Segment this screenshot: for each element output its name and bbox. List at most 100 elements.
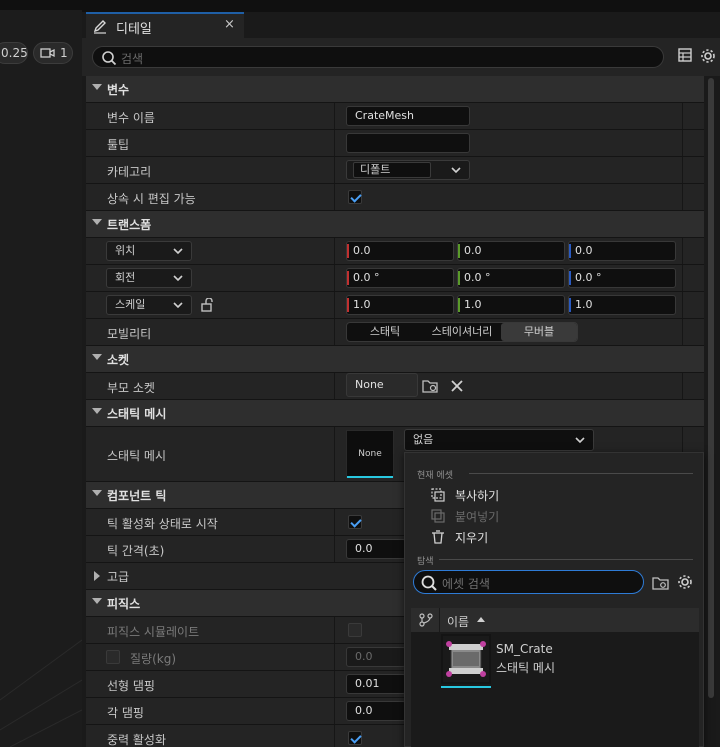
- viewport-zoom-button[interactable]: 0.25: [0, 42, 28, 64]
- scale-x-input[interactable]: 1.0: [346, 295, 454, 315]
- expand-arrow-icon: [92, 598, 102, 604]
- asset-name: SM_Crate: [496, 642, 553, 656]
- asset-search-input[interactable]: 에셋 검색: [413, 570, 644, 594]
- scale-z-input[interactable]: 1.0: [568, 295, 676, 315]
- branch-icon[interactable]: [419, 613, 433, 627]
- rotation-y-input[interactable]: 0.0 °: [457, 268, 565, 288]
- variable-name-input[interactable]: CrateMesh: [346, 106, 470, 126]
- category-dropdown[interactable]: 디폴트: [346, 160, 470, 180]
- chevron-down-icon: [173, 275, 183, 282]
- mobility-option-stationary[interactable]: 스테이셔너리: [423, 323, 501, 341]
- expand-arrow-icon: [92, 354, 102, 360]
- folder-icon[interactable]: [652, 575, 670, 591]
- sort-ascending-icon: [477, 617, 485, 622]
- expand-arrow-icon: [92, 219, 102, 225]
- chevron-down-icon: [575, 437, 585, 444]
- rotation-z-input[interactable]: 0.0 °: [568, 268, 676, 288]
- camera-speed-button[interactable]: 1: [33, 42, 73, 64]
- mesh-dropdown[interactable]: 없음: [404, 429, 594, 451]
- name-column-header[interactable]: 이름: [447, 613, 469, 630]
- gear-icon[interactable]: [700, 48, 716, 64]
- search-placeholder: 검색: [121, 52, 144, 66]
- row-location: 위치 0.0 0.0 0.0: [86, 238, 704, 265]
- search-row: 검색: [82, 38, 720, 76]
- gear-icon[interactable]: [677, 574, 693, 590]
- simulate-physics-checkbox[interactable]: [348, 623, 362, 637]
- expand-arrow-icon: [92, 408, 102, 414]
- row-tooltip: 툴팁: [86, 130, 704, 157]
- angular-damping-input[interactable]: 0.0: [346, 701, 406, 721]
- property-label: 중력 활성화: [107, 733, 167, 747]
- category-static-mesh[interactable]: 스태틱 메시: [86, 400, 704, 427]
- property-label: 툴팁: [107, 138, 130, 152]
- location-dropdown[interactable]: 위치: [106, 241, 192, 261]
- pencil-icon: [93, 20, 106, 34]
- search-input[interactable]: 검색: [92, 46, 664, 68]
- category-label: 스태틱 메시: [107, 407, 167, 421]
- chevron-down-icon: [173, 248, 183, 255]
- asset-thumbnail: [441, 634, 491, 688]
- collapse-arrow-icon: [94, 571, 100, 581]
- category-variables[interactable]: 변수: [86, 76, 704, 103]
- close-icon[interactable]: ×: [224, 17, 235, 32]
- row-parent-socket: 부모 소켓 None: [86, 373, 704, 400]
- category-label: 컴포넌트 틱: [107, 489, 167, 503]
- category-sockets[interactable]: 소켓: [86, 346, 704, 373]
- scrollbar[interactable]: [708, 78, 714, 698]
- property-label: 부모 소켓: [107, 381, 155, 395]
- mesh-thumbnail-label: None: [358, 449, 382, 459]
- tooltip-input[interactable]: [346, 133, 470, 153]
- copy-icon: [431, 488, 445, 502]
- mass-input[interactable]: 0.0: [346, 647, 406, 667]
- location-y-input[interactable]: 0.0: [457, 241, 565, 261]
- scale-y-input[interactable]: 1.0: [457, 295, 565, 315]
- category-label: 트랜스폼: [107, 218, 152, 232]
- property-label: 상속 시 편집 가능: [107, 192, 196, 206]
- category-label: 변수: [107, 83, 130, 97]
- mesh-thumbnail[interactable]: None: [346, 430, 394, 478]
- camera-icon: [40, 48, 55, 58]
- category-label: 소켓: [107, 353, 130, 367]
- property-label: 피직스 시뮬레이트: [107, 625, 200, 639]
- clear-x-icon[interactable]: [450, 379, 464, 393]
- asset-list: 이름 SM_Crate 스태틱 메시: [411, 608, 699, 747]
- category-transform[interactable]: 트랜스폼: [86, 211, 704, 238]
- mobility-selector[interactable]: 스태틱 스테이셔너리 무버블: [346, 322, 578, 342]
- expand-arrow-icon: [92, 84, 102, 90]
- property-label: 카테고리: [107, 165, 152, 179]
- scale-dropdown[interactable]: 스케일: [106, 295, 192, 315]
- search-icon: [421, 575, 437, 591]
- property-label: 선형 댐핑: [107, 679, 155, 693]
- unlock-icon[interactable]: [200, 298, 214, 312]
- crate-mesh-icon: [443, 636, 489, 682]
- rotation-x-input[interactable]: 0.0 °: [346, 268, 454, 288]
- chevron-down-icon: [173, 302, 183, 309]
- viewport-grid: [0, 639, 82, 747]
- category-value-input[interactable]: 디폴트: [353, 162, 431, 178]
- viewport-zoom-label: 0.25: [1, 46, 28, 60]
- current-asset-header: 현재 에셋: [417, 471, 453, 481]
- mass-override-checkbox[interactable]: [106, 650, 120, 664]
- location-z-input[interactable]: 0.0: [568, 241, 676, 261]
- mobility-option-static[interactable]: 스태틱: [349, 323, 421, 341]
- table-view-icon[interactable]: [678, 48, 692, 62]
- tick-interval-input[interactable]: 0.0: [346, 539, 406, 559]
- browse-folder-icon[interactable]: [422, 378, 440, 394]
- tick-start-checkbox[interactable]: [348, 515, 362, 529]
- mobility-option-movable[interactable]: 무버블: [501, 323, 577, 341]
- tab-details[interactable]: 디테일 ×: [86, 12, 244, 38]
- linear-damping-input[interactable]: 0.01: [346, 674, 406, 694]
- row-scale: 스케일 1.0 1.0 1.0: [86, 292, 704, 319]
- editable-checkbox[interactable]: [348, 190, 362, 204]
- enable-gravity-checkbox[interactable]: [348, 731, 362, 745]
- paste-label: 붙여넣기: [455, 510, 500, 524]
- parent-socket-field[interactable]: None: [346, 373, 418, 397]
- rotation-dropdown[interactable]: 회전: [106, 268, 192, 288]
- location-label: 위치: [115, 244, 136, 257]
- location-x-input[interactable]: 0.0: [346, 241, 454, 261]
- mesh-dropdown-value: 없음: [413, 433, 434, 446]
- trash-icon: [432, 530, 444, 544]
- row-editable: 상속 시 편집 가능: [86, 184, 704, 211]
- row-rotation: 회전 0.0 ° 0.0 ° 0.0 °: [86, 265, 704, 292]
- viewport[interactable]: 0.25 1: [0, 0, 82, 747]
